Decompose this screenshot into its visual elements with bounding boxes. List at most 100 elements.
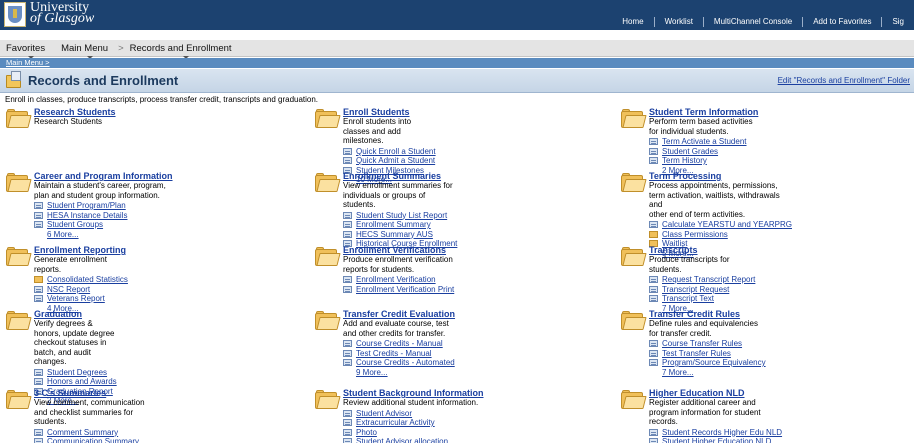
folder-icon[interactable] — [6, 247, 32, 267]
folder-link[interactable]: Test Credits - Manual — [356, 349, 432, 359]
folder-icon[interactable] — [315, 311, 341, 331]
folder-link[interactable]: Photo — [356, 428, 377, 438]
folder-link-row: Program/Source Equivalency — [649, 358, 766, 368]
nav-worklist-link[interactable]: Worklist — [653, 17, 703, 27]
folder-link[interactable]: Extracurricular Activity — [356, 418, 435, 428]
folder-link[interactable]: Quick Enroll a Student — [356, 147, 436, 157]
folder-title-link[interactable]: Transcripts — [649, 245, 755, 255]
folder-link[interactable]: Enrollment Verification Print — [356, 285, 454, 295]
folder-link[interactable]: HECS Summary AUS — [356, 230, 433, 240]
folder-title-link[interactable]: Student Term Information — [649, 107, 758, 117]
folder-icon[interactable] — [621, 311, 647, 331]
folder-title-link[interactable]: Research Students — [34, 107, 116, 117]
document-icon — [34, 202, 43, 210]
breadcrumb-favorites[interactable]: Favorites — [6, 43, 49, 59]
nav-home-link[interactable]: Home — [612, 17, 653, 27]
folder-link[interactable]: Request Transcript Report — [662, 275, 755, 285]
folder-link[interactable]: Comment Summary — [47, 428, 118, 438]
folder-icon[interactable] — [315, 247, 341, 267]
folder-title-link[interactable]: Term Processing — [649, 171, 792, 181]
breadcrumb-separator: > — [118, 42, 124, 54]
folder-link[interactable]: Term Activate a Student — [662, 137, 747, 147]
folder-link[interactable]: HESA Instance Details — [47, 211, 127, 221]
folder-link[interactable]: Communication Summary — [47, 437, 139, 443]
folder-link[interactable]: Course Credits - Automated — [356, 358, 455, 368]
folder-link[interactable]: Honors and Awards — [47, 377, 117, 387]
folder-icon[interactable] — [6, 390, 32, 410]
folder-title-link[interactable]: Enrollment Verifications — [343, 245, 454, 255]
folder-link[interactable]: Class Permissions — [662, 230, 728, 240]
folder-title-link[interactable]: Transfer Credit Evaluation — [343, 309, 455, 319]
folder-title-link[interactable]: Enrollment Reporting — [34, 245, 128, 255]
document-icon — [34, 295, 43, 303]
folder-link[interactable]: Student Grades — [662, 147, 718, 157]
folder-link[interactable]: Student Advisor allocation — [356, 437, 448, 443]
edit-folder-link[interactable]: Edit "Records and Enrollment" Folder — [778, 76, 910, 85]
folder-title-link[interactable]: Transfer Credit Rules — [649, 309, 766, 319]
folder-link[interactable]: Enrollment Summary — [356, 220, 431, 230]
nav-add-to-favorites-link[interactable]: Add to Favorites — [802, 17, 881, 27]
folder-link[interactable]: Transcript Text — [662, 294, 714, 304]
breadcrumb-records-enrollment[interactable]: Records and Enrollment — [130, 43, 236, 59]
folder-link[interactable]: Student Program/Plan — [47, 201, 126, 211]
folder-title-link[interactable]: Career and Program Information — [34, 171, 173, 181]
folder-title-link[interactable]: Graduation — [34, 309, 117, 319]
page-description: Enroll in classes, produce transcripts, … — [5, 95, 319, 104]
folder-link[interactable]: NSC Report — [47, 285, 90, 295]
folder-title-link[interactable]: Higher Education NLD — [649, 388, 782, 398]
folder-icon[interactable] — [6, 173, 32, 193]
university-logo[interactable]: University of Glasgow — [4, 1, 94, 28]
folder-icon[interactable] — [621, 109, 647, 129]
folder-link[interactable]: Student Groups — [47, 220, 103, 230]
folder-link[interactable]: Consolidated Statistics — [47, 275, 128, 285]
folder-link-row: Student Study List Report — [343, 211, 457, 221]
folder-link-row: HECS Summary AUS — [343, 230, 457, 240]
folder-link[interactable]: Veterans Report — [47, 294, 105, 304]
folder-description: Maintain a student's career, program, pl… — [34, 181, 166, 200]
folder-title-link[interactable]: Enroll Students — [343, 107, 436, 117]
folder-link[interactable]: Term History — [662, 156, 707, 166]
folder-icon[interactable] — [621, 173, 647, 193]
nav-sign-out-link[interactable]: Sig — [881, 17, 914, 27]
folder-description: View comment, communication and checklis… — [34, 398, 145, 426]
folder-icon[interactable] — [315, 173, 341, 193]
document-icon — [649, 428, 658, 436]
document-icon — [649, 438, 658, 443]
folder-icon[interactable] — [315, 390, 341, 410]
folder-link[interactable]: Student Degrees — [47, 368, 107, 378]
folder-link[interactable]: Course Credits - Manual — [356, 339, 443, 349]
folder-icon[interactable] — [6, 109, 32, 129]
document-icon — [343, 438, 352, 443]
folder-link[interactable]: Quick Admit a Student — [356, 156, 435, 166]
folder-icon[interactable] — [621, 390, 647, 410]
folder-title-link[interactable]: Enrollment Summaries — [343, 171, 457, 181]
folder-title-link[interactable]: Student Background Information — [343, 388, 484, 398]
folder-link-row: Term Activate a Student — [649, 137, 758, 147]
folder-description: Produce transcripts for students. — [649, 255, 730, 274]
folder-icon[interactable] — [6, 311, 32, 331]
folder-link[interactable]: Enrollment Verification — [356, 275, 436, 285]
folder-link[interactable]: Student Advisor — [356, 409, 412, 419]
more-link[interactable]: 6 More... — [47, 230, 173, 240]
nav-multichannel-console-link[interactable]: MultiChannel Console — [702, 17, 802, 27]
folder-link[interactable]: Course Transfer Rules — [662, 339, 742, 349]
main-menu-link[interactable]: Main Menu > — [6, 58, 50, 68]
folder-link[interactable]: Student Higher Education NLD — [662, 437, 771, 443]
folder-link[interactable]: Program/Source Equivalency — [662, 358, 766, 368]
folder-cell-body: Student Background Information Review add… — [343, 388, 484, 443]
folder-link[interactable]: Transcript Request — [662, 285, 729, 295]
document-icon — [343, 211, 352, 219]
folder-link[interactable]: Student Study List Report — [356, 211, 447, 221]
folder-link[interactable]: Calculate YEARSTU and YEARPRG — [662, 220, 792, 230]
breadcrumb-main-menu[interactable]: Main Menu — [61, 43, 112, 59]
folder-title-link[interactable]: 3 C's Summaries — [34, 388, 150, 398]
more-link[interactable]: 7 More... — [662, 368, 766, 378]
folder-links: Course Transfer Rules Test Transfer Rules… — [649, 339, 766, 368]
folder-icon[interactable] — [621, 247, 647, 267]
folder-link[interactable]: Student Records Higher Edu NLD — [662, 428, 782, 438]
folder-icon[interactable] — [315, 109, 341, 129]
document-icon — [649, 285, 658, 293]
folder-link[interactable]: Test Transfer Rules — [662, 349, 731, 359]
document-icon — [649, 359, 658, 367]
more-link[interactable]: 9 More... — [356, 368, 455, 378]
